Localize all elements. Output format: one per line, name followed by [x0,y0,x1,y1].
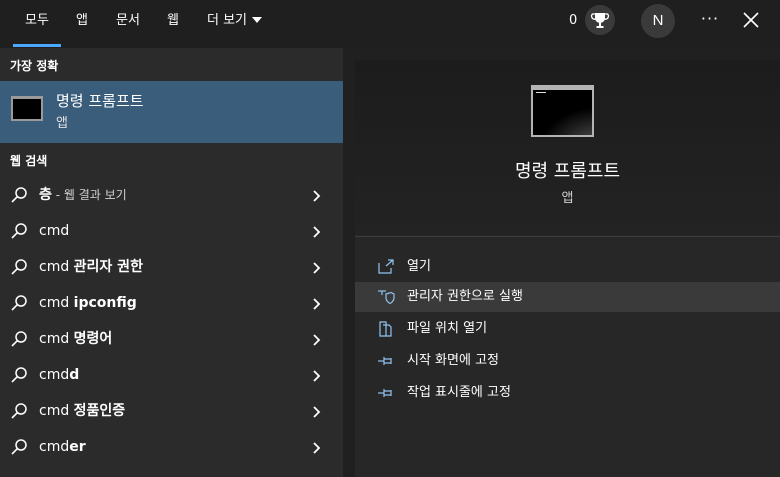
chevron-right-icon [311,332,323,346]
search-icon [10,366,28,384]
web-search-text: cmd ipconfig [39,295,137,311]
search-icon [10,258,28,276]
preview-header: 명령 프롬프트 앱 [355,60,780,235]
search-icon [10,222,28,240]
close-icon[interactable] [740,9,762,31]
results-panel: 가장 정확 명령 프롬프트 앱 웹 검색 층 - 웹 결과 보기 cmd cmd 관… [0,48,343,477]
trophy-icon[interactable] [585,5,615,35]
chevron-right-icon [311,224,323,238]
best-match-subtitle: 앱 [56,116,68,131]
chevron-right-icon [311,440,323,454]
search-icon [10,186,28,204]
top-bar: 모두 앱 문서 웹 더 보기 0 N ··· [0,0,780,48]
chevron-right-icon [311,188,323,202]
tab-web[interactable]: 웹 [155,0,191,46]
web-search-text: cmd 관리자 권한 [39,259,143,275]
preview-panel: 명령 프롬프트 앱 열기관리자 권한으로 실행파일 위치 열기시작 화면에 고정… [355,60,780,477]
open-button[interactable]: 열기 [355,252,780,282]
search-icon [10,438,28,456]
chevron-right-icon [311,368,323,382]
open-icon [377,259,395,275]
tab-documents[interactable]: 문서 [104,0,152,46]
search-icon [10,402,28,420]
search-icon [10,330,28,348]
action-label: 작업 표시줄에 고정 [407,385,511,400]
chevron-right-icon [311,296,323,310]
web-search-heading: 웹 검색 [10,154,48,168]
tab-apps[interactable]: 앱 [64,0,100,46]
action-label: 열기 [407,259,431,274]
tab-all[interactable]: 모두 [13,0,61,47]
more-options-button[interactable]: ··· [697,6,723,34]
web-search-text: 층 - 웹 결과 보기 [39,187,127,203]
chevron-right-icon [311,404,323,418]
pin-icon [377,385,395,401]
pin-to-start-button[interactable]: 시작 화면에 고정 [355,346,780,376]
web-search-item[interactable]: cmd 정품인증 [0,393,343,429]
action-label: 파일 위치 열기 [407,321,488,336]
best-match-heading: 가장 정확 [10,59,59,73]
tab-more[interactable]: 더 보기 [195,0,274,46]
shield-icon [377,289,395,305]
best-match-item[interactable]: 명령 프롬프트 앱 [0,81,343,143]
action-label: 관리자 권한으로 실행 [407,289,523,304]
web-search-text: cmdd [39,367,80,383]
chevron-down-icon [252,16,263,23]
preview-subtitle: 앱 [561,191,574,206]
rewards-points: 0 [569,13,578,28]
file-location-icon [377,321,395,337]
web-search-item[interactable]: cmd [0,213,343,249]
web-search-item[interactable]: cmd 명령어 [0,321,343,357]
web-search-text: cmd 명령어 [39,331,113,347]
web-search-text: cmd 정품인증 [39,403,126,419]
web-search-text: cmd [39,223,70,239]
web-search-item[interactable]: cmdd [0,357,343,393]
web-search-item[interactable]: 층 - 웹 결과 보기 [0,177,343,213]
best-match-title: 명령 프롬프트 [56,92,144,110]
action-label: 시작 화면에 고정 [407,353,499,368]
pin-to-taskbar-button[interactable]: 작업 표시줄에 고정 [355,378,780,408]
command-prompt-icon [531,85,594,137]
pin-icon [377,353,395,369]
web-search-item[interactable]: cmd ipconfig [0,285,343,321]
open-file-location-button[interactable]: 파일 위치 열기 [355,314,780,344]
web-search-text: cmder [39,439,86,455]
avatar[interactable]: N [641,4,675,38]
preview-title: 명령 프롬프트 [514,161,621,182]
command-prompt-icon [11,96,43,121]
search-icon [10,294,28,312]
web-search-item[interactable]: cmder [0,429,343,465]
run-as-admin-button[interactable]: 관리자 권한으로 실행 [355,282,780,312]
divider [355,236,780,237]
web-search-item[interactable]: cmd 관리자 권한 [0,249,343,285]
chevron-right-icon [311,260,323,274]
